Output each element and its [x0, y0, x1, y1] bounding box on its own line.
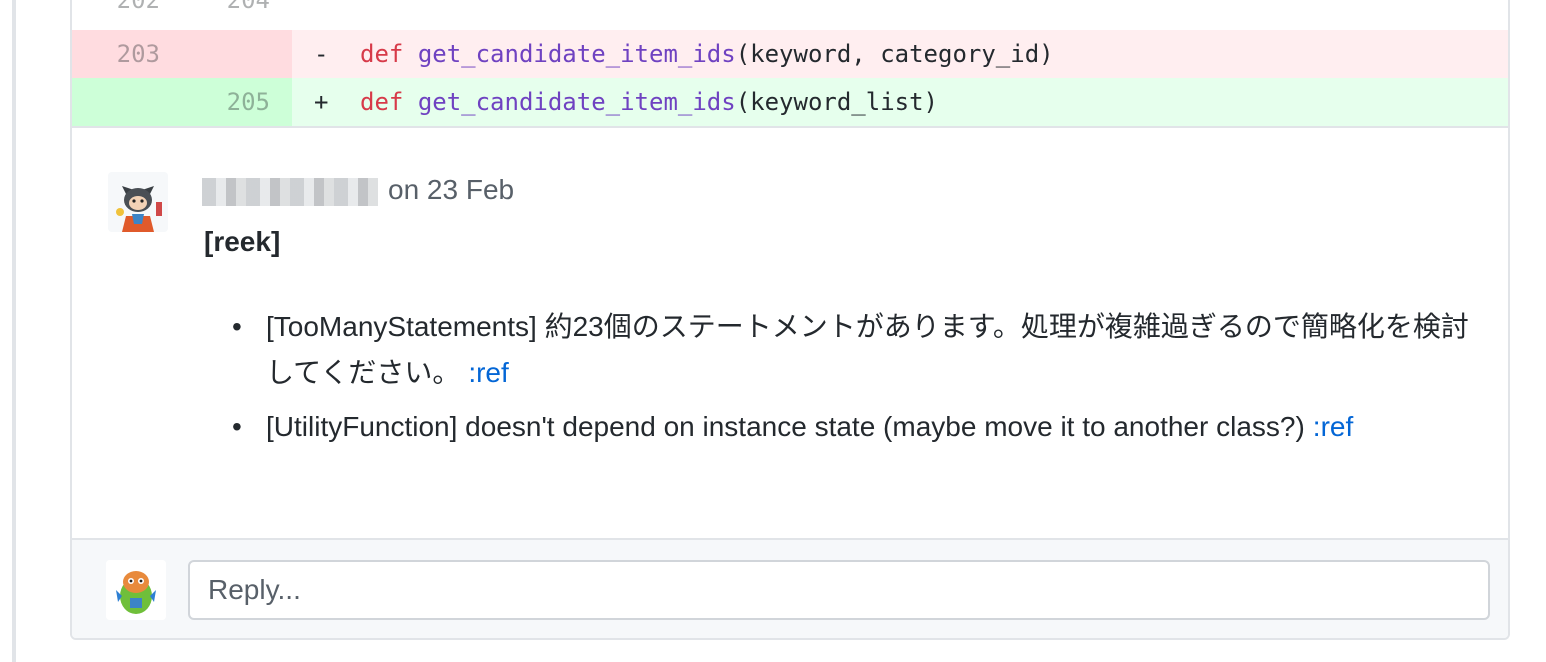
timeline-rule — [12, 0, 16, 662]
code-function-name: get_candidate_item_ids — [417, 88, 736, 116]
new-line-number[interactable]: 204 — [180, 0, 270, 24]
user-avatar-icon[interactable] — [106, 560, 166, 620]
issue-text: [TooManyStatements] 約23個のステートメントがあります。処理… — [266, 311, 1469, 388]
ref-link[interactable]: :ref — [1313, 411, 1353, 442]
code-function-name: get_candidate_item_ids — [417, 40, 736, 68]
ref-link[interactable]: :ref — [468, 357, 508, 388]
new-line-number[interactable]: 205 — [180, 78, 270, 126]
author-avatar-icon[interactable] — [108, 172, 168, 232]
diff-marker: + — [314, 88, 329, 116]
author-name-redacted[interactable] — [202, 177, 378, 206]
comment-thread: on 23 Feb [reek] [TooManyStatements] 約23… — [72, 126, 1508, 538]
diff-context-row: 202 204 — [72, 0, 1508, 24]
comment-date[interactable]: on 23 Feb — [388, 174, 514, 205]
old-line-number[interactable]: 203 — [72, 30, 160, 78]
review-comment-block: 202 204 203 - def get_candidate_item_ids(… — [70, 0, 1510, 640]
code-keyword: def — [360, 40, 404, 68]
code-content: - def get_candidate_item_ids(keyword, cat… — [292, 30, 1508, 78]
reply-bar — [72, 538, 1508, 638]
comment-issue-list: [TooManyStatements] 約23個のステートメントがあります。処理… — [232, 304, 1472, 458]
list-item: [TooManyStatements] 約23個のステートメントがあります。処理… — [232, 304, 1472, 396]
list-item: [UtilityFunction] doesn't depend on inst… — [232, 404, 1472, 450]
reply-input[interactable] — [188, 560, 1490, 620]
diff-added-row: 205 + def get_candidate_item_ids(keyword_… — [72, 78, 1508, 126]
diff-marker: - — [314, 40, 329, 68]
code-arguments: (keyword_list) — [735, 88, 938, 116]
diff-deleted-row: 203 - def get_candidate_item_ids(keyword,… — [72, 30, 1508, 78]
code-content: + def get_candidate_item_ids(keyword_list… — [292, 78, 1508, 126]
comment-author-line: on 23 Feb — [202, 172, 514, 208]
issue-text: [UtilityFunction] doesn't depend on inst… — [266, 411, 1305, 442]
old-line-number[interactable]: 202 — [72, 0, 160, 24]
code-keyword: def — [360, 88, 404, 116]
comment-title: [reek] — [204, 226, 281, 257]
code-arguments: (keyword, category_id) — [735, 40, 1054, 68]
